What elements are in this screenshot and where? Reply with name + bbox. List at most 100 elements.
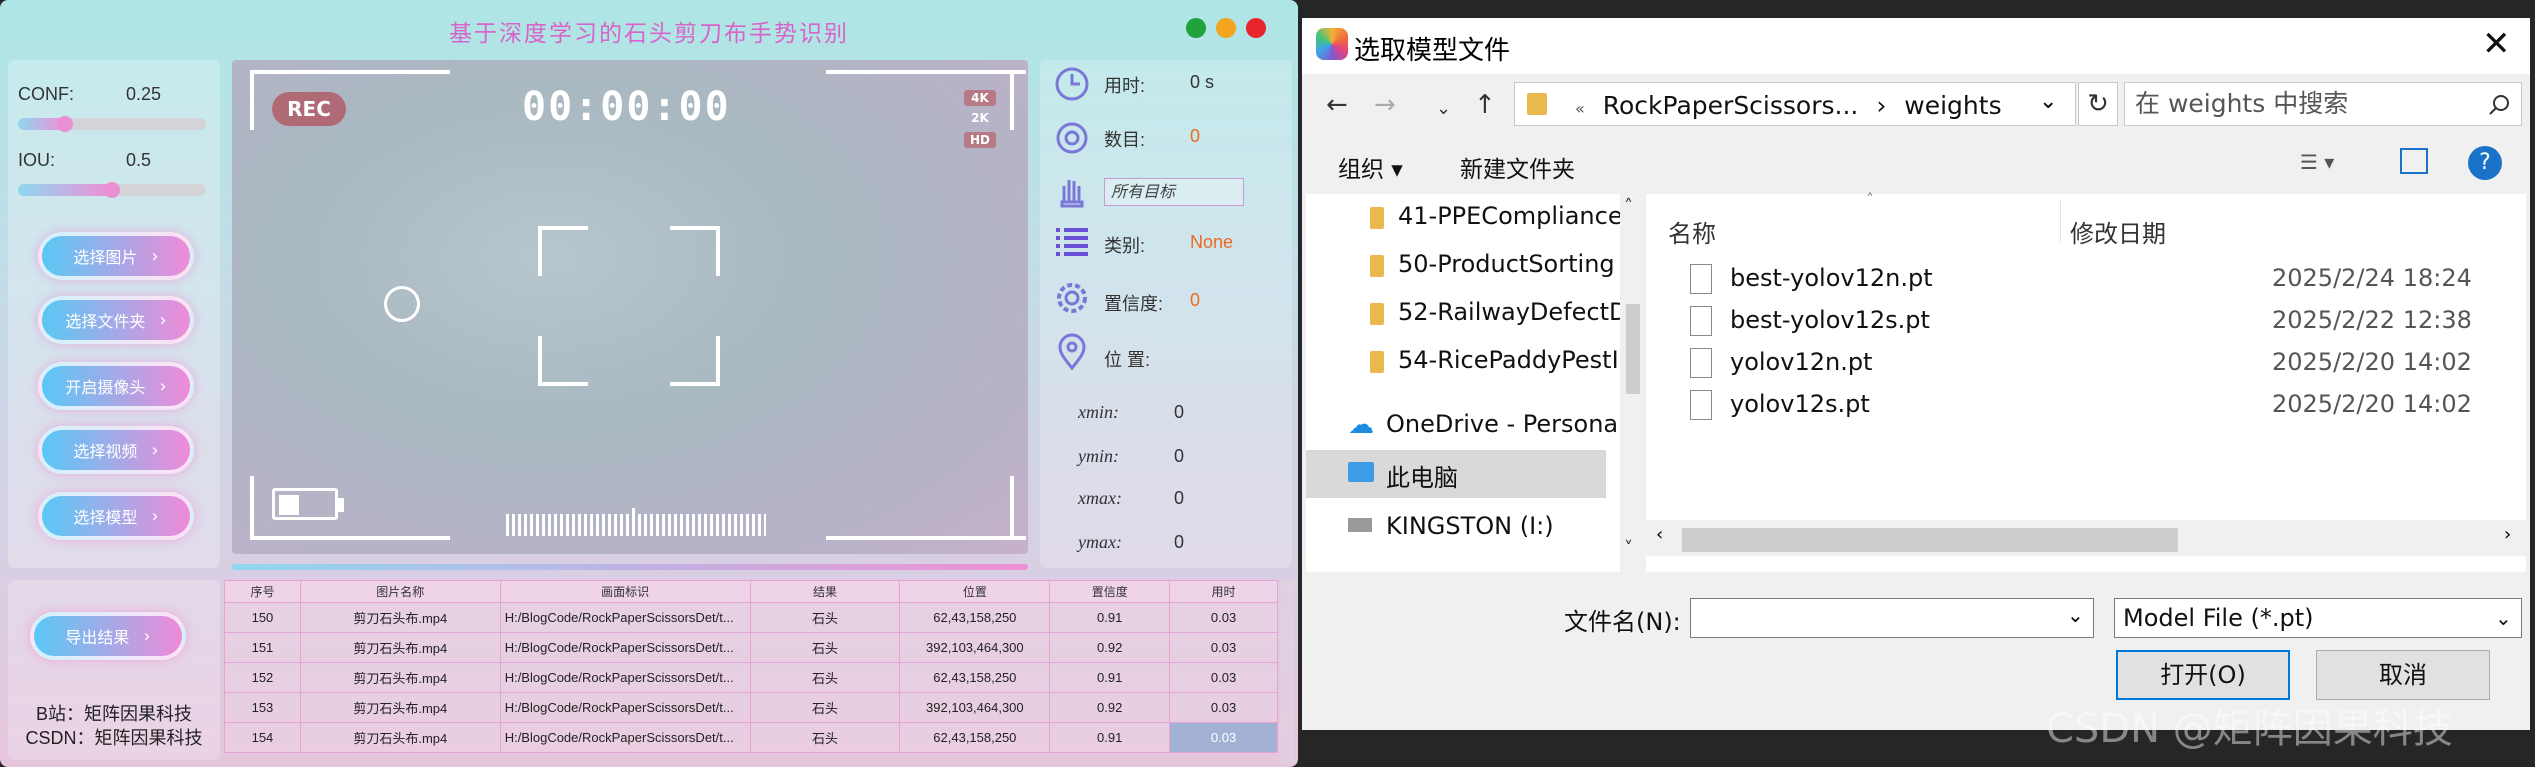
table-cell[interactable]: 0.92 (1049, 692, 1171, 723)
table-cell[interactable]: 0.92 (1049, 632, 1171, 663)
table-cell[interactable]: 石头 (749, 632, 901, 663)
conf-slider[interactable] (18, 116, 206, 132)
col-header-index[interactable]: 序号 (224, 580, 301, 603)
table-cell[interactable]: 0.03 (1169, 692, 1278, 723)
col-header-position[interactable]: 位置 (899, 580, 1051, 603)
col-header-name[interactable]: 名称 (1668, 214, 1716, 249)
new-folder-button[interactable]: 新建文件夹 (1460, 150, 1575, 184)
chevron-down-icon[interactable]: ˅ (1624, 538, 1633, 559)
search-icon[interactable] (2488, 94, 2510, 116)
view-options-icon[interactable]: ☰ ▾ (2300, 150, 2334, 174)
table-cell[interactable]: 62,43,158,250 (899, 662, 1051, 693)
horizontal-scroll-thumb[interactable] (1682, 528, 2178, 552)
table-cell[interactable]: 剪刀石头布.mp4 (299, 692, 501, 723)
breadcrumb-separator[interactable]: › (1876, 91, 1886, 120)
table-cell[interactable]: 0.03 (1169, 602, 1278, 633)
col-header-date[interactable]: 修改日期 (2070, 214, 2166, 249)
tree-scroll-thumb[interactable] (1626, 304, 1640, 394)
chevron-right-icon[interactable]: › (2504, 524, 2511, 545)
iou-slider[interactable] (18, 182, 206, 198)
tree-item[interactable]: ☁ OneDrive - Persona (1306, 402, 1618, 450)
organize-button[interactable]: 组织 ▾ (1338, 150, 1403, 184)
table-cell[interactable]: 石头 (749, 662, 901, 693)
table-cell[interactable]: 剪刀石头布.mp4 (299, 722, 501, 753)
table-cell[interactable]: 392,103,464,300 (899, 632, 1051, 663)
table-cell[interactable]: 62,43,158,250 (899, 722, 1051, 753)
conf-slider-knob[interactable] (57, 116, 73, 132)
horizontal-scrollbar[interactable]: ‹ › (1646, 520, 2526, 556)
table-cell[interactable]: 石头 (749, 602, 901, 633)
iou-slider-knob[interactable] (104, 182, 120, 198)
table-cell[interactable]: H:/BlogCode/RockPaperScissorsDet/t... (499, 602, 751, 633)
col-header-time[interactable]: 用时 (1169, 580, 1278, 603)
table-cell[interactable]: 石头 (749, 722, 901, 753)
filetype-select[interactable]: Model File (*.pt) ⌄ (2114, 598, 2522, 638)
close-dot[interactable] (1246, 18, 1266, 38)
cancel-button[interactable]: 取消 (2316, 650, 2490, 700)
tree-item[interactable]: 41-PPECompliance (1306, 194, 1620, 242)
table-cell[interactable]: 剪刀石头布.mp4 (299, 602, 501, 633)
column-divider[interactable] (2060, 200, 2061, 242)
minimize-dot[interactable] (1186, 18, 1206, 38)
table-cell[interactable]: 151 (224, 632, 301, 663)
file-row[interactable]: best-yolov12s.pt 2025/2/22 12:38 (1690, 302, 2520, 344)
table-cell[interactable]: H:/BlogCode/RockPaperScissorsDet/t... (499, 692, 751, 723)
breadcrumb-rockpaperscissors[interactable]: RockPaperScissors... (1603, 91, 1859, 120)
table-cell[interactable]: H:/BlogCode/RockPaperScissorsDet/t... (499, 662, 751, 693)
up-arrow-icon[interactable]: ↑ (1474, 90, 1496, 120)
search-input[interactable]: 在 weights 中搜索 (2124, 82, 2522, 126)
table-cell[interactable]: 150 (224, 602, 301, 633)
help-icon[interactable]: ? (2468, 146, 2502, 180)
back-arrow-icon[interactable]: ← (1326, 90, 1348, 120)
tree-scrollbar[interactable]: ˄ ˅ (1620, 194, 1646, 572)
file-row[interactable]: best-yolov12n.pt 2025/2/24 18:24 (1690, 260, 2520, 302)
col-header-frame-id[interactable]: 画面标识 (499, 580, 751, 603)
table-cell[interactable]: 0.03 (1169, 722, 1278, 753)
col-header-result[interactable]: 结果 (749, 580, 901, 603)
path-overflow[interactable]: « (1575, 99, 1585, 118)
chevron-down-icon[interactable]: ⌄ (2039, 89, 2057, 114)
recent-chevron-icon[interactable]: ⌄ (1436, 98, 1451, 119)
table-row[interactable]: 152 剪刀石头布.mp4 H:/BlogCode/RockPaperScissor… (224, 662, 1278, 693)
table-cell[interactable]: 剪刀石头布.mp4 (299, 662, 501, 693)
select-folder-button[interactable]: 选择文件夹 › (38, 296, 194, 344)
select-model-button[interactable]: 选择模型 › (38, 492, 194, 540)
open-button[interactable]: 打开(O) (2116, 650, 2290, 700)
table-cell[interactable]: 0.91 (1049, 602, 1171, 633)
tree-item[interactable]: 52-RailwayDefectD (1306, 290, 1620, 338)
table-cell[interactable]: 0.91 (1049, 722, 1171, 753)
table-cell[interactable]: H:/BlogCode/RockPaperScissorsDet/t... (499, 632, 751, 663)
select-image-button[interactable]: 选择图片 › (38, 232, 194, 280)
table-row[interactable]: 150 剪刀石头布.mp4 H:/BlogCode/RockPaperScissor… (224, 602, 1278, 633)
address-bar[interactable]: « RockPaperScissors... › weights ⌄ (1514, 82, 2076, 126)
tree-item[interactable]: 50-ProductSorting (1306, 242, 1615, 290)
table-row[interactable]: 151 剪刀石头布.mp4 H:/BlogCode/RockPaperScissor… (224, 632, 1278, 663)
table-cell[interactable]: 153 (224, 692, 301, 723)
table-cell[interactable]: H:/BlogCode/RockPaperScissorsDet/t... (499, 722, 751, 753)
chevron-down-icon[interactable]: ⌄ (2067, 603, 2084, 627)
target-select[interactable]: 所有目标 (1104, 178, 1244, 206)
col-header-image-name[interactable]: 图片名称 (299, 580, 501, 603)
table-cell[interactable]: 152 (224, 662, 301, 693)
col-header-confidence[interactable]: 置信度 (1049, 580, 1171, 603)
video-progress-bar[interactable] (232, 564, 1028, 570)
chevron-left-icon[interactable]: ‹ (1656, 524, 1663, 545)
maximize-dot[interactable] (1216, 18, 1236, 38)
table-cell[interactable]: 石头 (749, 692, 901, 723)
table-cell[interactable]: 0.03 (1169, 632, 1278, 663)
select-video-button[interactable]: 选择视频 › (38, 426, 194, 474)
export-results-button[interactable]: 导出结果 › (30, 612, 186, 660)
tree-item[interactable]: 此电脑 (1306, 450, 1606, 498)
table-cell[interactable]: 0.91 (1049, 662, 1171, 693)
tree-item[interactable]: 54-RicePaddyPestI (1306, 338, 1619, 386)
table-cell[interactable]: 62,43,158,250 (899, 602, 1051, 633)
preview-pane-icon[interactable] (2400, 148, 2428, 174)
table-row[interactable]: 154 剪刀石头布.mp4 H:/BlogCode/RockPaperScissor… (224, 722, 1278, 753)
table-row[interactable]: 153 剪刀石头布.mp4 H:/BlogCode/RockPaperScissor… (224, 692, 1278, 723)
filename-input[interactable]: ⌄ (1690, 598, 2094, 638)
table-cell[interactable]: 剪刀石头布.mp4 (299, 632, 501, 663)
tree-item[interactable]: KINGSTON (I:) (1306, 504, 1606, 552)
refresh-icon[interactable]: ↻ (2078, 82, 2118, 126)
file-row[interactable]: yolov12n.pt 2025/2/20 14:02 (1690, 344, 2520, 386)
file-row[interactable]: yolov12s.pt 2025/2/20 14:02 (1690, 386, 2520, 428)
